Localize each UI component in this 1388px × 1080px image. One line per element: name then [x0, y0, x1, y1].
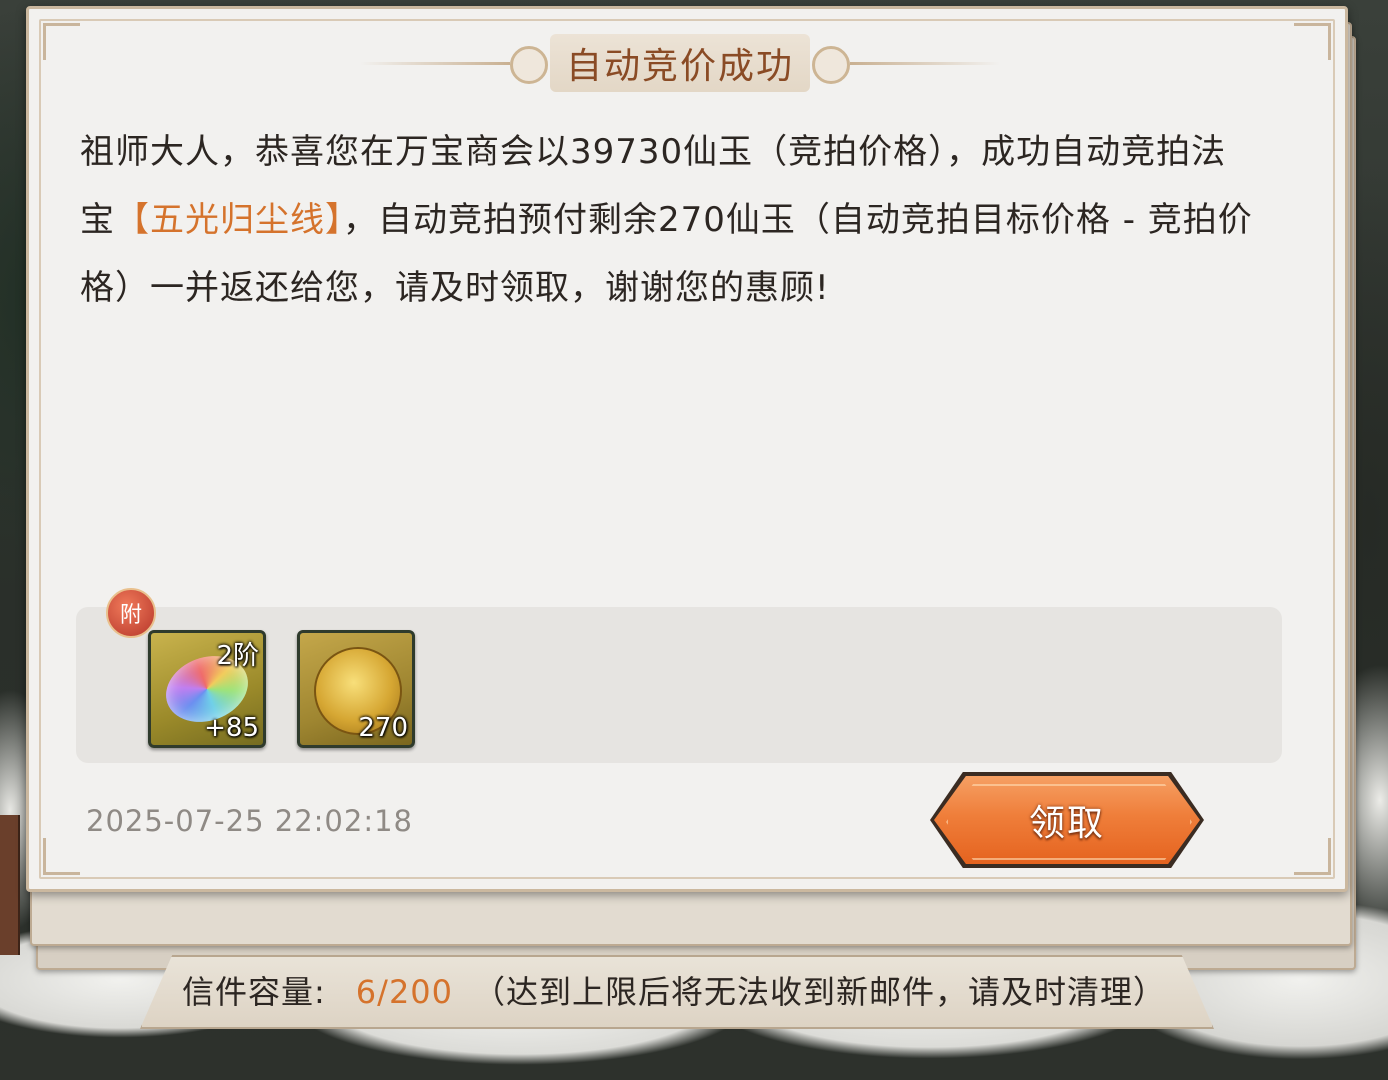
title-divider-left [360, 62, 510, 65]
item-count: +85 [204, 713, 259, 743]
item-count: 270 [358, 713, 408, 743]
item-name-highlight: 【五光归尘线】 [115, 200, 343, 240]
mail-title-banner: 自动竞价成功 [360, 34, 1000, 92]
claim-button-label: 领取 [1028, 803, 1105, 844]
capacity-value: 6/200 [355, 973, 454, 1011]
attachment-item[interactable]: 270 [297, 630, 415, 748]
item-tier: 2阶 [216, 641, 259, 671]
mail-body: 祖师大人，恭喜您在万宝商会以39730仙玉（竞拍价格），成功自动竞拍法宝【五光归… [80, 118, 1260, 322]
mail-title: 自动竞价成功 [565, 46, 794, 87]
attachment-item[interactable]: 2阶 +85 [148, 630, 266, 748]
corner-ornament [1294, 838, 1331, 875]
attachment-badge: 附 [106, 588, 156, 638]
title-divider-right [850, 62, 1000, 65]
mail-capacity-info: 信件容量: 6/200 （达到上限后将无法收到新邮件，请及时清理） [182, 967, 1166, 1013]
cloud-ornament-icon [510, 46, 548, 84]
capacity-label: 信件容量: [182, 973, 326, 1011]
corner-ornament [43, 838, 80, 875]
claim-button[interactable]: 领取 [930, 772, 1204, 868]
background-post [0, 815, 20, 955]
corner-ornament [43, 23, 80, 60]
mail-timestamp: 2025-07-25 22:02:18 [86, 804, 413, 838]
title-plate: 自动竞价成功 [550, 34, 810, 92]
cloud-ornament-icon [812, 46, 850, 84]
capacity-hint: （达到上限后将无法收到新邮件，请及时清理） [473, 973, 1167, 1011]
corner-ornament [1294, 23, 1331, 60]
